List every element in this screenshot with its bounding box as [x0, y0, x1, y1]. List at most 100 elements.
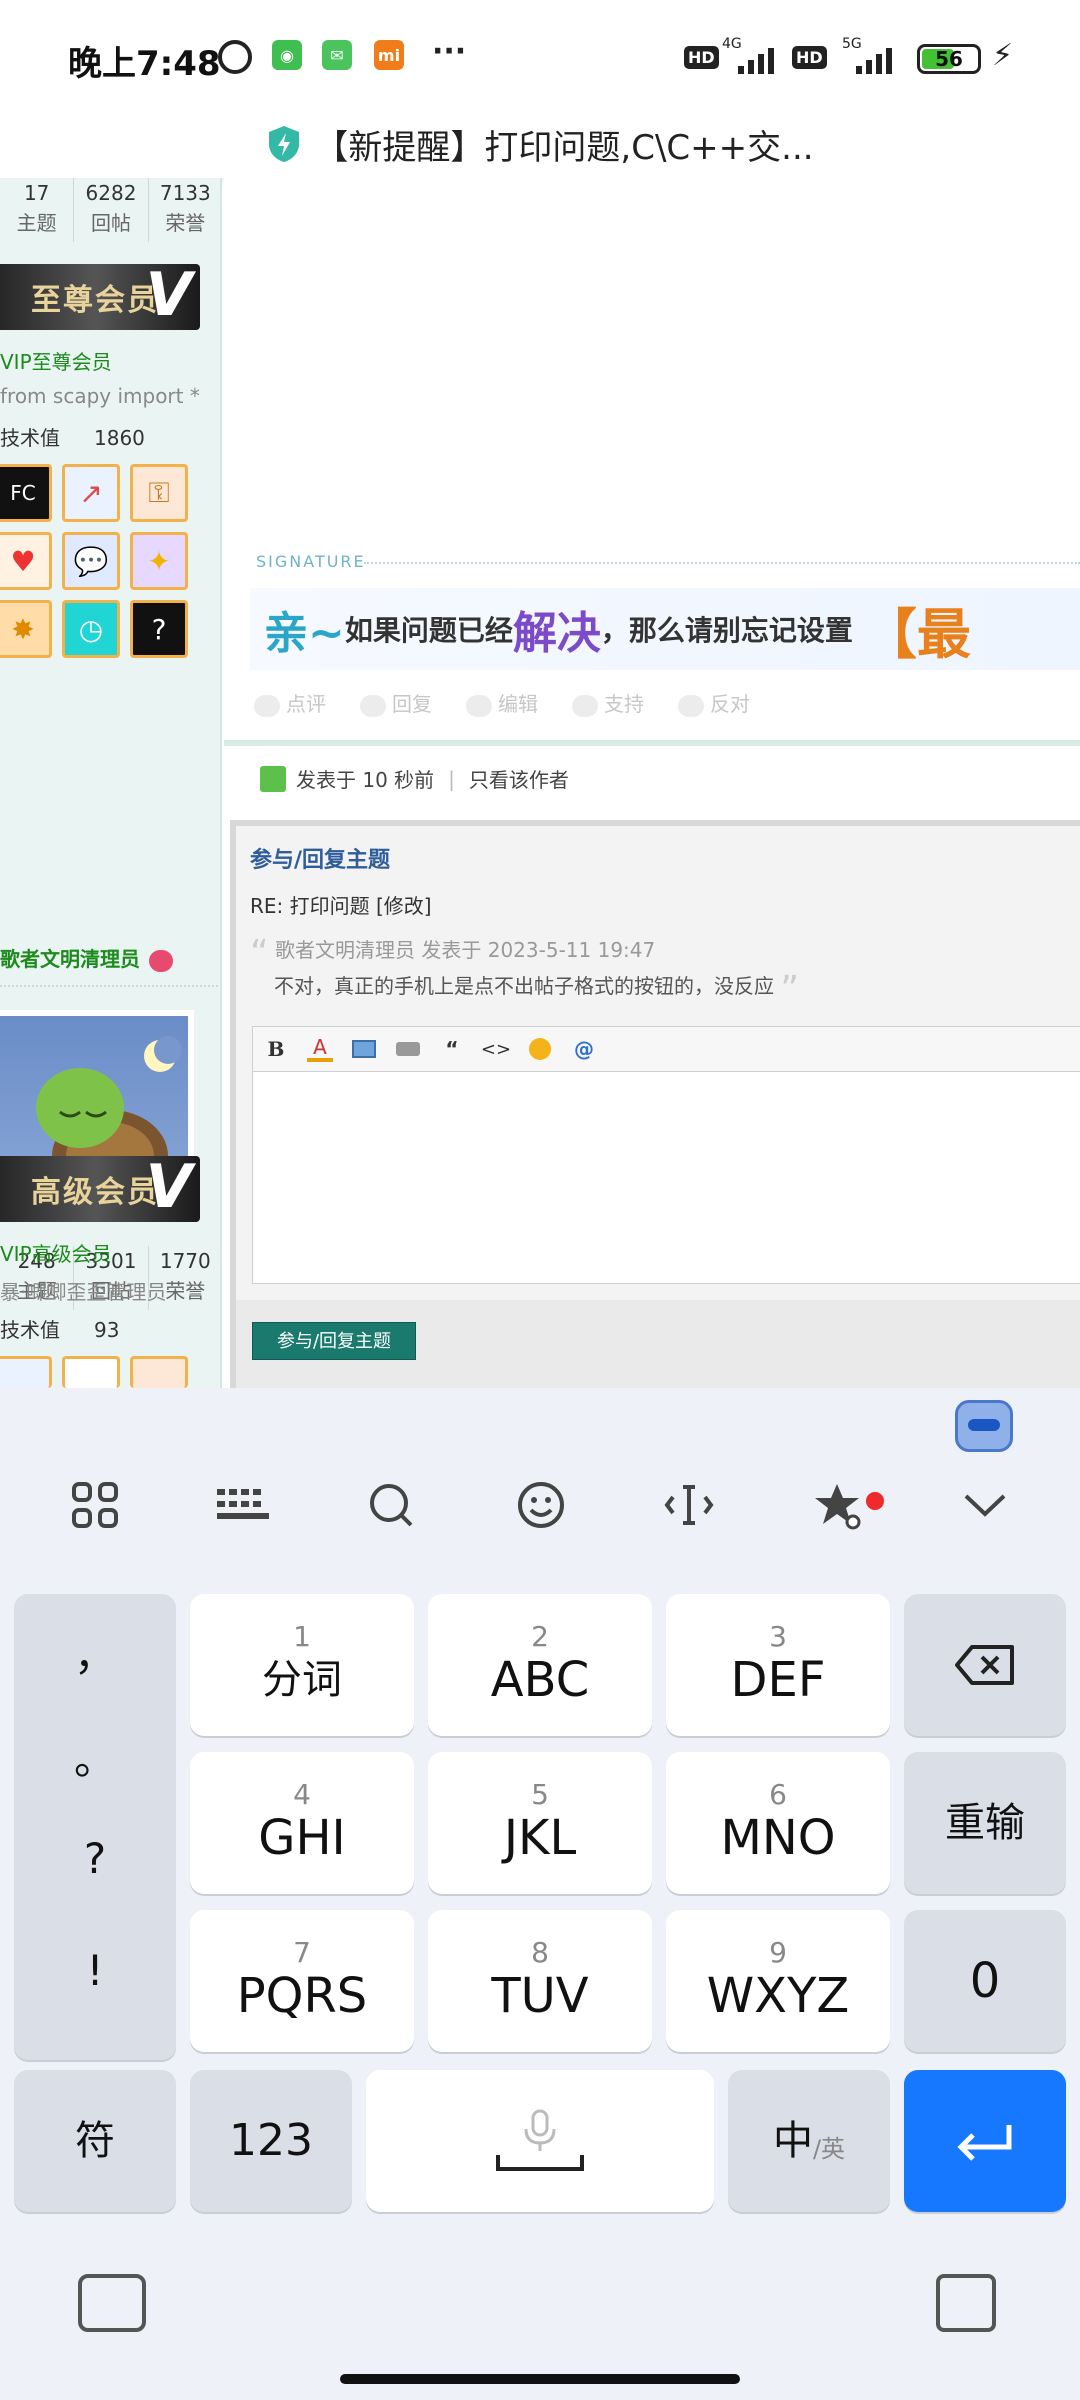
- home-indicator[interactable]: [340, 2374, 740, 2384]
- battery-level: 56: [935, 47, 963, 71]
- keyboard-switch-icon[interactable]: [78, 2274, 146, 2332]
- key-3[interactable]: 3 DEF: [666, 1594, 890, 1736]
- medal-chat-icon[interactable]: 💬: [62, 532, 120, 590]
- quote-header: 歌者文明清理员 发表于 2023-5-11 19:47: [275, 938, 656, 962]
- microphone-icon: [524, 2109, 556, 2151]
- notification-dot: [866, 1492, 884, 1510]
- vip-badge-senior: 高级会员 V: [0, 1152, 200, 1222]
- apps-grid-icon[interactable]: [58, 1468, 132, 1542]
- mention-icon[interactable]: @: [571, 1036, 597, 1062]
- reply-heading: 参与/回复主题: [250, 848, 391, 873]
- post-actions: 点评 回复 编辑 支持 反对: [254, 688, 750, 717]
- space-bar-icon: [496, 2155, 584, 2171]
- signature-banner: 亲~ 如果问题已经 解决 ，那么请别忘记设置 【最: [250, 588, 1080, 670]
- wechat-icon: ✉: [322, 40, 352, 70]
- key-period[interactable]: 。: [14, 1726, 176, 1787]
- key-7[interactable]: 7 PQRS: [190, 1910, 414, 2052]
- reply-box: 参与/回复主题 RE: 打印问题 [修改] “ 歌者文明清理员 发表于 2023…: [230, 820, 1080, 1388]
- skin-theme-icon[interactable]: [800, 1468, 874, 1542]
- enter-icon: [957, 2125, 1012, 2161]
- attachment-icon[interactable]: [395, 1036, 421, 1062]
- user1-stats: 17 主题 6282 回帖 7133 荣誉: [0, 178, 220, 242]
- oppose-button[interactable]: 反对: [678, 688, 750, 717]
- title-bar[interactable]: 【新提醒】打印问题,C\C++交...: [0, 110, 1080, 178]
- user2-rank[interactable]: VIP高级会员: [0, 1238, 112, 1267]
- app-notification-icon: ◉: [272, 40, 302, 70]
- heart-badge-icon: [148, 949, 173, 972]
- key-exclaim[interactable]: !: [14, 1946, 176, 1995]
- font-color-icon[interactable]: A: [307, 1035, 333, 1062]
- status-time: 晚上7:48: [68, 44, 221, 84]
- assistant-bot-icon[interactable]: [955, 1400, 1013, 1452]
- signal-icon-2: [856, 44, 892, 74]
- stat-replies[interactable]: 6282 回帖: [74, 178, 149, 242]
- space-key[interactable]: [366, 2070, 714, 2212]
- image-icon[interactable]: [351, 1036, 377, 1062]
- medal-heart-icon[interactable]: ♥: [0, 532, 52, 590]
- medal-question-icon[interactable]: ?: [130, 600, 188, 658]
- clipboard-icon[interactable]: [936, 2274, 996, 2332]
- key-5[interactable]: 5 JKL: [428, 1752, 652, 1894]
- key-8[interactable]: 8 TUV: [428, 1910, 652, 2052]
- user1-tech: 技术值 1860: [0, 426, 145, 450]
- search-icon[interactable]: [354, 1468, 428, 1542]
- medal-star-icon[interactable]: ✸: [0, 600, 52, 658]
- language-switch-key[interactable]: 中/英: [728, 2070, 890, 2212]
- medal-clock-icon[interactable]: ◷: [62, 600, 120, 658]
- shield-icon: [269, 126, 300, 162]
- key-question[interactable]: ?: [14, 1834, 176, 1883]
- pencil-icon: [466, 694, 492, 717]
- medal-chart-icon[interactable]: ↗: [62, 464, 120, 522]
- emoji-icon[interactable]: [527, 1036, 553, 1062]
- code-icon[interactable]: <>: [481, 1036, 511, 1062]
- more-notifications-icon: ···: [432, 34, 467, 69]
- submit-reply-button[interactable]: 参与/回复主题: [252, 1322, 416, 1360]
- stat-honor[interactable]: 7133 荣誉: [149, 178, 220, 242]
- rate-button[interactable]: 点评: [254, 688, 326, 717]
- medal-chart-icon[interactable]: [0, 1356, 52, 1388]
- backspace-key[interactable]: [904, 1594, 1066, 1736]
- vip-badge-supreme: 至尊会员 V: [0, 260, 200, 330]
- mi-icon: mi: [374, 40, 404, 70]
- medal-key-icon[interactable]: [130, 1356, 188, 1388]
- editor-toolbar: B A “ <> @: [252, 1026, 1080, 1072]
- backspace-icon: [955, 1645, 1014, 1685]
- key-9[interactable]: 9 WXYZ: [666, 1910, 890, 2052]
- key-4[interactable]: 4 GHI: [190, 1752, 414, 1894]
- arrow-up-icon: [572, 694, 598, 717]
- signal-icon: [738, 44, 774, 74]
- author-name[interactable]: 歌者文明清理员: [0, 943, 173, 972]
- user1-rank[interactable]: VIP至尊会员: [0, 346, 112, 375]
- key-0[interactable]: 0: [904, 1910, 1066, 2052]
- keyboard-layout-icon[interactable]: [206, 1468, 280, 1542]
- arrow-down-icon: [678, 694, 704, 717]
- stat-threads[interactable]: 17 主题: [0, 178, 75, 242]
- numbers-key[interactable]: 123: [190, 2070, 352, 2212]
- symbols-key[interactable]: 符: [14, 2070, 176, 2212]
- reply-textarea[interactable]: [252, 1072, 1080, 1284]
- reply-button[interactable]: 回复: [360, 688, 432, 717]
- key-2[interactable]: 2 ABC: [428, 1594, 652, 1736]
- edit-button[interactable]: 编辑: [466, 688, 538, 717]
- alarm-icon: [218, 40, 252, 74]
- reply-subject: RE: 打印问题 [修改]: [250, 894, 432, 918]
- only-author-link[interactable]: 只看该作者: [469, 764, 569, 793]
- punctuation-column[interactable]: ， 。 ? !: [14, 1594, 176, 2060]
- support-button[interactable]: 支持: [572, 688, 644, 717]
- medal-key-icon[interactable]: ⚿: [130, 464, 188, 522]
- ime-keyboard: ， 。 ? ! 1 分词 2 ABC 3 DEF 4 GHI 5 JKL 6 MNO 重输 …: [0, 1388, 1080, 2400]
- emoji-icon[interactable]: [504, 1468, 578, 1542]
- reinput-key[interactable]: 重输: [904, 1752, 1066, 1894]
- collapse-keyboard-icon[interactable]: [948, 1468, 1022, 1542]
- hd-icon: HD: [684, 46, 719, 69]
- key-1[interactable]: 1 分词: [190, 1594, 414, 1736]
- medal-bulb-icon[interactable]: ✦: [130, 532, 188, 590]
- medal-icon[interactable]: FC: [0, 464, 52, 522]
- key-comma[interactable]: ，: [14, 1622, 176, 1683]
- key-6[interactable]: 6 MNO: [666, 1752, 890, 1894]
- bold-icon[interactable]: B: [263, 1036, 289, 1062]
- medal-clock-icon[interactable]: [62, 1356, 120, 1388]
- cursor-move-icon[interactable]: [652, 1468, 726, 1542]
- quote-icon[interactable]: “: [439, 1036, 465, 1062]
- enter-key[interactable]: [904, 2070, 1066, 2212]
